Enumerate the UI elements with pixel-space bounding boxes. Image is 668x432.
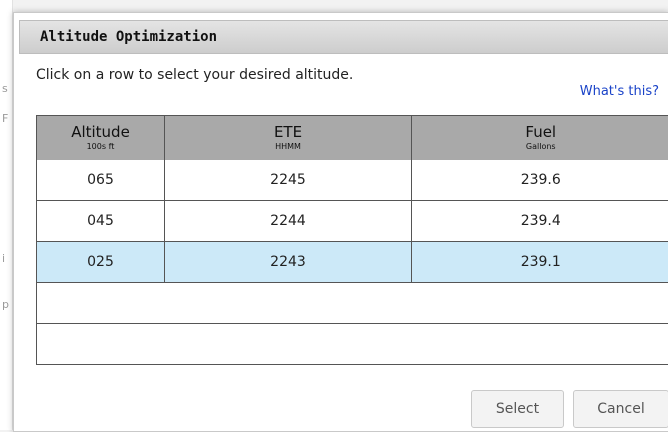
whats-this-link[interactable]: What's this? <box>580 84 659 99</box>
dialog-titlebar[interactable]: Altitude Optimization <box>19 20 668 54</box>
column-unit: 100s ft <box>37 141 164 153</box>
column-header-fuel[interactable]: Fuel Gallons <box>412 116 668 161</box>
altitude-table: Altitude 100s ft ETE HHMM Fuel Gallons 0… <box>36 115 668 365</box>
background-page-edge: s F i p <box>0 0 13 430</box>
column-unit: Gallons <box>412 141 668 153</box>
table-row[interactable]: 045 2244 239.4 <box>37 201 668 242</box>
altitude-optimization-dialog: Altitude Optimization Click on a row to … <box>13 12 668 432</box>
altitude-cell: 025 <box>37 242 165 283</box>
column-label: Fuel <box>412 123 668 141</box>
empty-cell <box>37 283 668 324</box>
background-text: s <box>2 82 8 95</box>
cancel-button[interactable]: Cancel <box>573 390 668 428</box>
column-header-altitude[interactable]: Altitude 100s ft <box>37 116 165 161</box>
fuel-cell: 239.4 <box>412 201 668 242</box>
column-header-ete[interactable]: ETE HHMM <box>165 116 412 161</box>
dialog-title: Altitude Optimization <box>40 29 217 45</box>
ete-cell: 2244 <box>165 201 412 242</box>
ete-cell: 2243 <box>165 242 412 283</box>
background-text: p <box>2 298 9 311</box>
select-button[interactable]: Select <box>471 390 564 428</box>
instruction-text: Click on a row to select your desired al… <box>36 67 353 83</box>
fuel-cell: 239.1 <box>412 242 668 283</box>
background-text: F <box>2 112 8 125</box>
empty-table-row <box>37 283 668 324</box>
table-row[interactable]: 065 2245 239.6 <box>37 160 668 201</box>
empty-table-row <box>37 324 668 365</box>
column-label: ETE <box>165 123 411 141</box>
column-label: Altitude <box>37 123 164 141</box>
fuel-cell: 239.6 <box>412 160 668 201</box>
altitude-cell: 065 <box>37 160 165 201</box>
altitude-cell: 045 <box>37 201 165 242</box>
empty-cell <box>37 324 668 365</box>
column-unit: HHMM <box>165 141 411 153</box>
background-text: i <box>2 252 5 265</box>
table-row-selected[interactable]: 025 2243 239.1 <box>37 242 668 283</box>
ete-cell: 2245 <box>165 160 412 201</box>
table-header-row: Altitude 100s ft ETE HHMM Fuel Gallons <box>37 116 668 161</box>
